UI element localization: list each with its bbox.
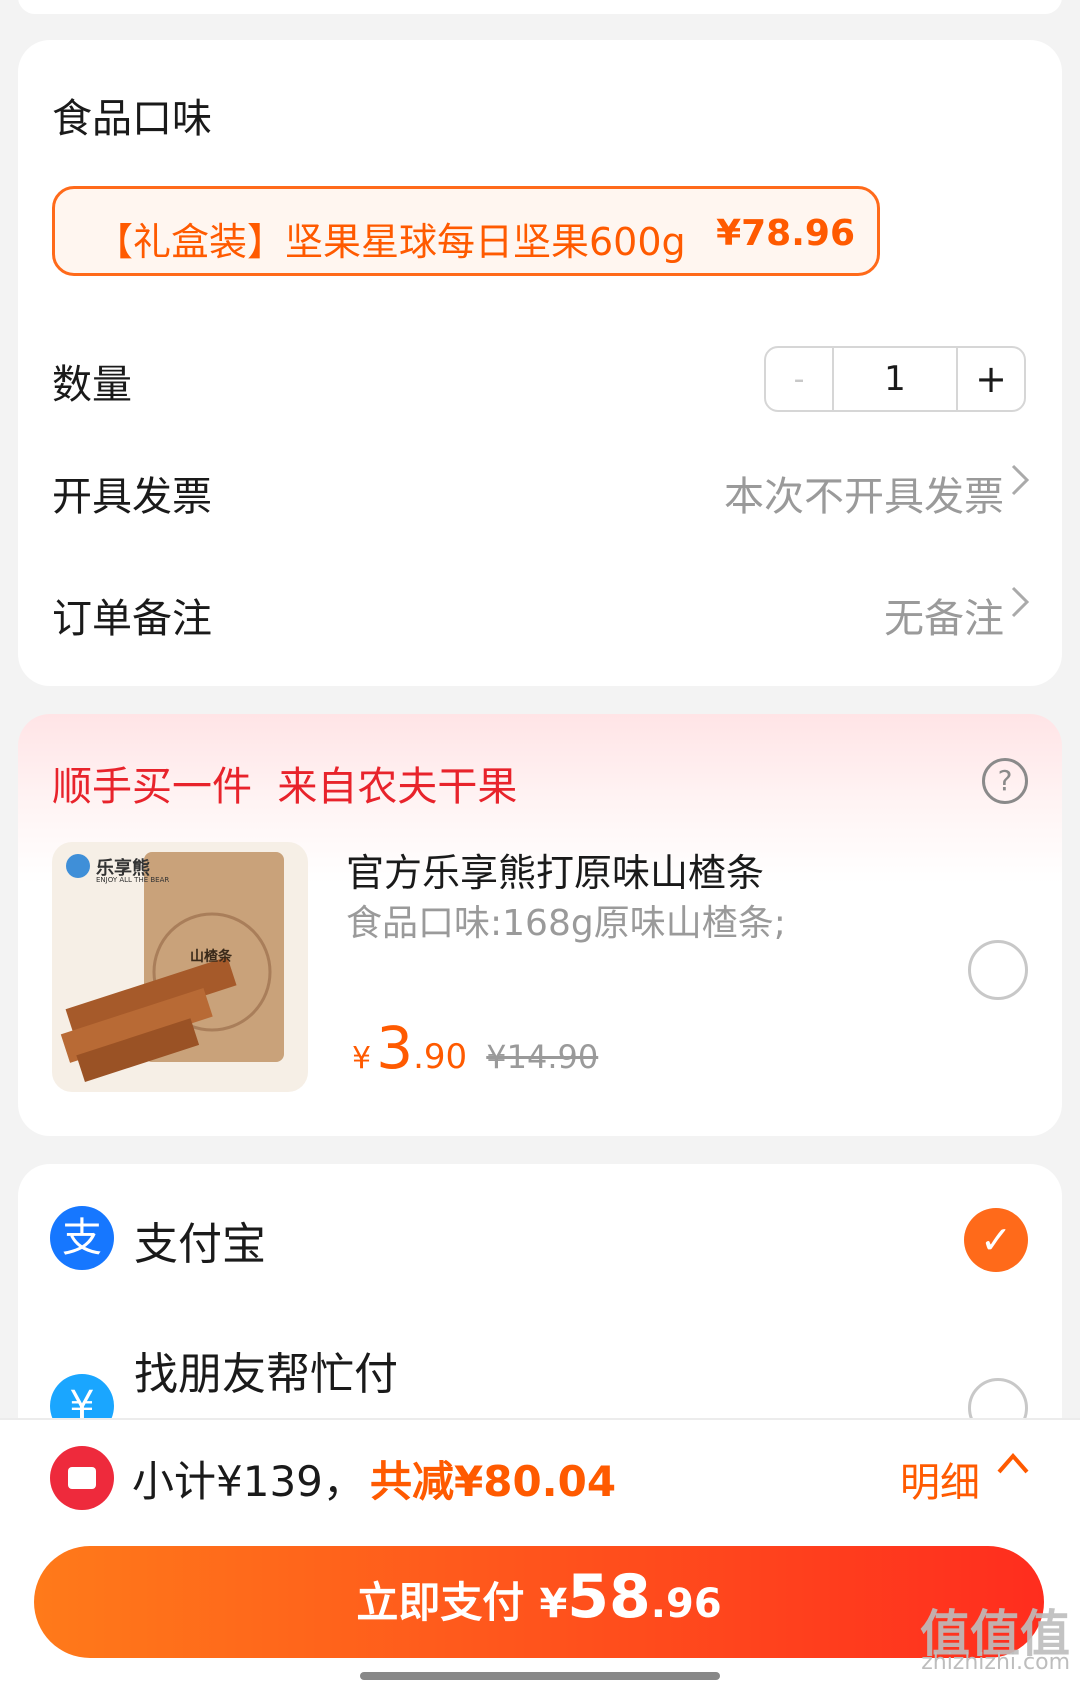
- chevron-right-icon: [1010, 584, 1030, 629]
- flavor-option-chip[interactable]: 【礼盒装】坚果星球每日坚果600g ¥78.96: [52, 186, 880, 276]
- price-symbol: ¥: [352, 1041, 372, 1076]
- addon-product-name[interactable]: 官方乐享熊打原味山楂条: [346, 842, 764, 897]
- original-price: ¥14.90: [486, 1038, 599, 1076]
- quantity-increase-button[interactable]: +: [956, 348, 1024, 410]
- watermark-domain: zhizhizhi.com: [921, 1650, 1070, 1675]
- remark-value: 无备注: [884, 596, 1004, 642]
- package-brand-subtext: ENJOY ALL THE BEAR: [96, 876, 170, 884]
- detail-button[interactable]: 明细: [900, 1450, 980, 1508]
- invoice-row[interactable]: 开具发票 本次不开具发票: [18, 440, 1062, 540]
- pay-button-currency: ¥: [539, 1581, 568, 1627]
- coupon-icon: [50, 1446, 114, 1510]
- alipay-option[interactable]: 支 支付宝 ✓: [18, 1164, 1062, 1304]
- addon-card: 顺手买一件 来自农夫干果 ? 乐享熊 ENJOY ALL THE BEAR 山楂…: [18, 714, 1062, 1136]
- previous-card: [18, 0, 1062, 14]
- alipay-icon: 支: [50, 1206, 114, 1270]
- flavor-option-name: 【礼盒装】坚果星球每日坚果600g: [95, 220, 686, 264]
- flavor-option-price: ¥78.96: [716, 213, 855, 254]
- addon-select-radio[interactable]: [968, 940, 1028, 1000]
- remark-label: 订单备注: [52, 596, 212, 642]
- check-icon[interactable]: ✓: [964, 1208, 1028, 1272]
- chevron-right-icon: [1010, 462, 1030, 507]
- addon-title: 顺手买一件 来自农夫干果: [52, 764, 518, 810]
- product-image[interactable]: 乐享熊 ENJOY ALL THE BEAR 山楂条: [52, 842, 308, 1092]
- checkout-bar: 小计¥139， 共减¥80.04 明细 立即支付 ¥58.96 值值值 zhiz…: [0, 1418, 1080, 1684]
- remark-row[interactable]: 订单备注 无备注: [18, 562, 1062, 662]
- flavor-label: 食品口味: [52, 96, 212, 142]
- discount-text: 共减¥80.04: [370, 1457, 617, 1506]
- home-indicator[interactable]: [360, 1672, 720, 1680]
- price-decimal: .90: [413, 1037, 468, 1077]
- quantity-label: 数量: [52, 362, 132, 408]
- invoice-label: 开具发票: [52, 474, 212, 520]
- package-product-label: 山楂条: [190, 949, 232, 965]
- pay-button-amount-int: 58: [567, 1562, 651, 1632]
- pay-button-amount-dec: .96: [650, 1581, 722, 1627]
- subtotal-text: 小计¥139，: [132, 1457, 365, 1506]
- price-integer: 3: [376, 1014, 414, 1082]
- addon-price: ¥ 3.90 ¥14.90: [352, 1014, 598, 1082]
- help-icon[interactable]: ?: [982, 758, 1028, 804]
- quantity-input[interactable]: 1: [834, 348, 956, 410]
- order-options-card: 食品口味 【礼盒装】坚果星球每日坚果600g ¥78.96 数量 - 1 + 开…: [18, 40, 1062, 686]
- pay-button-label: 立即支付: [356, 1578, 525, 1627]
- pay-now-button[interactable]: 立即支付 ¥58.96: [34, 1546, 1044, 1658]
- alipay-label: 支付宝: [134, 1219, 266, 1270]
- addon-product-spec: 食品口味:168g原味山楂条;: [346, 903, 786, 944]
- friend-pay-label: 找朋友帮忙付: [134, 1349, 398, 1400]
- invoice-value: 本次不开具发票: [724, 474, 1004, 520]
- quantity-decrease-button[interactable]: -: [766, 348, 834, 410]
- quantity-stepper: - 1 +: [764, 346, 1026, 412]
- chevron-up-icon[interactable]: [996, 1444, 1030, 1494]
